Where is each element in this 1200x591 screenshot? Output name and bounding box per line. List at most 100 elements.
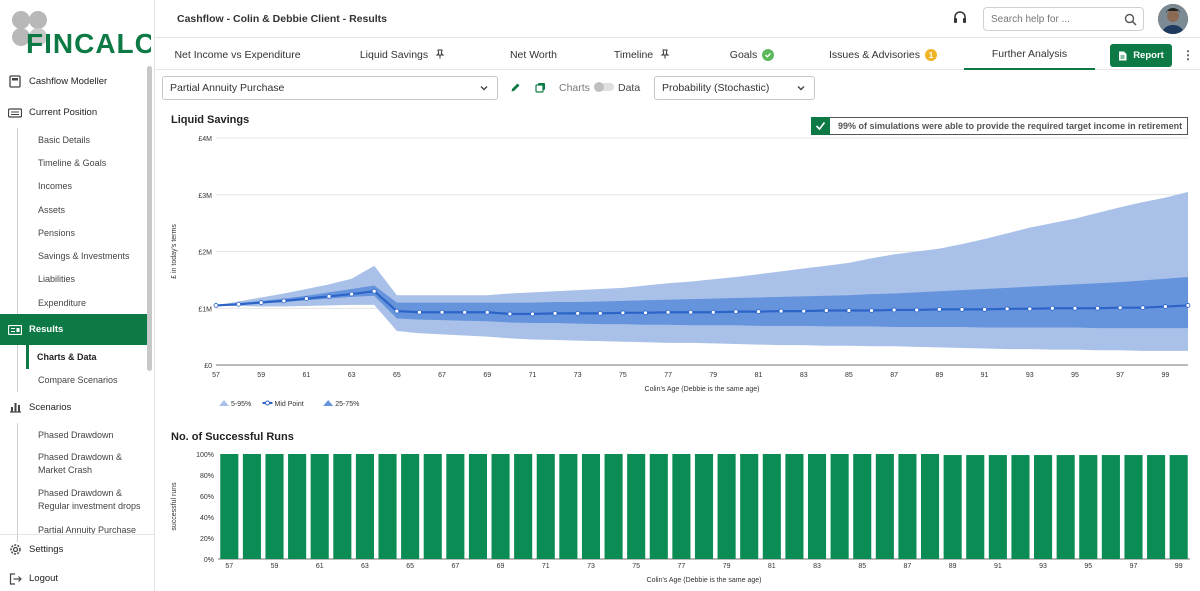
liquid-savings-chart-title: Liquid Savings [171,114,250,126]
report-button[interactable]: Report [1110,44,1172,67]
midpoint-marker [597,310,603,316]
data-toggle-label[interactable]: Data [618,82,640,94]
top-header: Cashflow - Colin & Debbie Client - Resul… [155,0,1200,38]
search-input[interactable] [984,8,1114,30]
x-tick-label: 85 [858,563,866,570]
sidebar-subitem-incomes[interactable]: Incomes [28,175,148,198]
y-tick-label: 40% [200,515,214,522]
midpoint-marker [530,311,535,317]
midpoint-marker [891,307,897,313]
page-title: Cashflow - Colin & Debbie Client - Resul… [177,13,388,25]
legend-marker [265,400,270,406]
x-tick-label: 63 [348,372,356,379]
x-tick-label: 91 [994,563,1002,570]
midpoint-marker [733,309,739,315]
x-tick-label: 65 [393,372,401,379]
more-options-icon[interactable]: ⋮ [1182,48,1194,62]
bar [943,455,962,559]
sidebar-item-cashflow-modeller[interactable]: Cashflow Modeller [0,66,148,97]
bar [785,454,804,559]
bar [853,454,872,559]
sidebar-item-label: Scenarios [29,401,72,413]
sidebar-subitem-expenditure[interactable]: Expenditure [28,291,148,314]
bar [762,454,781,559]
sidebar-item-label: Results [29,324,64,336]
midpoint-marker [349,291,355,297]
x-tick-label: 91 [981,372,989,379]
sidebar-item-current-position[interactable]: Current Position [0,97,148,128]
midpoint-marker [1049,305,1055,311]
sidebar-subitem-basic-details[interactable]: Basic Details [28,128,148,151]
pencil-icon[interactable] [510,82,521,96]
bar [740,454,759,559]
bar [807,454,827,559]
x-tick-label: 59 [271,563,279,570]
fincalc-logo[interactable]: FINCALC [6,8,154,59]
y-tick-label: £3M [198,193,212,200]
tab-goals[interactable]: Goals [702,40,802,70]
tab-issues-advisories[interactable]: Issues & Advisories 1 [802,40,964,70]
charts-data-toggle[interactable] [594,82,614,92]
tab-label: Net Income vs Expenditure [174,49,301,61]
midpoint-marker [801,308,807,314]
x-tick-label: 93 [1026,372,1034,379]
sidebar-subitem-timeline-goals[interactable]: Timeline & Goals [28,151,148,174]
x-tick-label: 97 [1116,372,1124,379]
sidebar-subitem-savings-investments[interactable]: Savings & Investments [28,244,148,267]
copy-icon[interactable] [535,82,546,96]
sidebar-subitem-phased-drawdown-regular-drops[interactable]: Phased Drawdown & Regular investment dro… [28,482,148,518]
sidebar-subitem-compare-scenarios[interactable]: Compare Scenarios [28,369,148,392]
sidebar-item-scenarios[interactable]: Scenarios [0,392,148,423]
bar [988,455,1007,559]
search-box[interactable] [983,7,1144,31]
bar [265,454,284,559]
tab-label: Liquid Savings [359,49,429,61]
scenario-select-value: Partial Annuity Purchase [170,82,285,94]
x-tick-label: 71 [542,563,550,570]
legend-label: 5-95% [231,401,251,408]
bar [288,454,307,559]
tab-net-income-vs-expenditure[interactable]: Net Income vs Expenditure [155,40,320,70]
sidebar-item-settings[interactable]: Settings [0,535,154,564]
tab-net-worth[interactable]: Net Worth [485,40,582,70]
sidebar-scrollbar[interactable] [147,66,152,371]
midpoint-marker [417,309,422,315]
successful-runs-chart: 0% 20% 40% 60% 80% 100% 57 59 61 63 65 67 69 71 73 75 77… [171,452,1190,584]
tab-label: Net Worth [509,49,558,61]
projection-mode-select[interactable]: Probability (Stochastic) [654,76,815,100]
sidebar-subitem-charts-data[interactable]: Charts & Data [26,345,148,369]
tab-liquid-savings[interactable]: Liquid Savings [320,40,485,70]
search-icon[interactable] [1124,13,1137,29]
sidebar: FINCALC Cashflow Modeller Current Positi… [0,0,155,591]
tab-timeline[interactable]: Timeline [582,40,702,70]
pin-icon[interactable] [660,49,670,62]
scenario-select[interactable]: Partial Annuity Purchase [162,76,498,100]
x-tick-label: 61 [316,563,324,570]
sidebar-item-label: Cashflow Modeller [29,76,108,87]
x-tick-label: 77 [664,372,672,379]
sidebar-subitem-assets[interactable]: Assets [28,198,148,221]
user-avatar[interactable] [1158,4,1188,34]
y-axis-label: £ in today's terms [171,224,178,279]
sidebar-subitem-phased-drawdown-market-crash[interactable]: Phased Drawdown & Market Crash [28,446,148,482]
report-button-label: Report [1133,50,1164,61]
bar [1056,455,1075,559]
headset-icon[interactable] [952,10,968,26]
bar [898,454,917,559]
bar [536,454,555,559]
tab-further-analysis[interactable]: Further Analysis [964,40,1095,70]
sidebar-subitem-pensions[interactable]: Pensions [28,221,148,244]
sidebar-subitem-phased-drawdown[interactable]: Phased Drawdown [28,423,148,446]
midpoint-marker [1162,304,1168,309]
charts-toggle-label[interactable]: Charts [559,82,590,94]
sidebar-item-logout[interactable]: Logout [0,564,154,591]
midpoint-marker [846,308,852,313]
y-tick-label: 0% [204,557,214,564]
chevron-down-icon [796,83,806,96]
sidebar-item-results[interactable]: Results [0,314,148,346]
legend-swatch [323,400,334,406]
tab-label: Goals [729,49,758,61]
pin-icon[interactable] [435,49,445,62]
sidebar-subitem-liabilities[interactable]: Liabilities [28,268,148,291]
x-axis-label: Colin's Age (Debbie is the same age) [645,386,760,393]
